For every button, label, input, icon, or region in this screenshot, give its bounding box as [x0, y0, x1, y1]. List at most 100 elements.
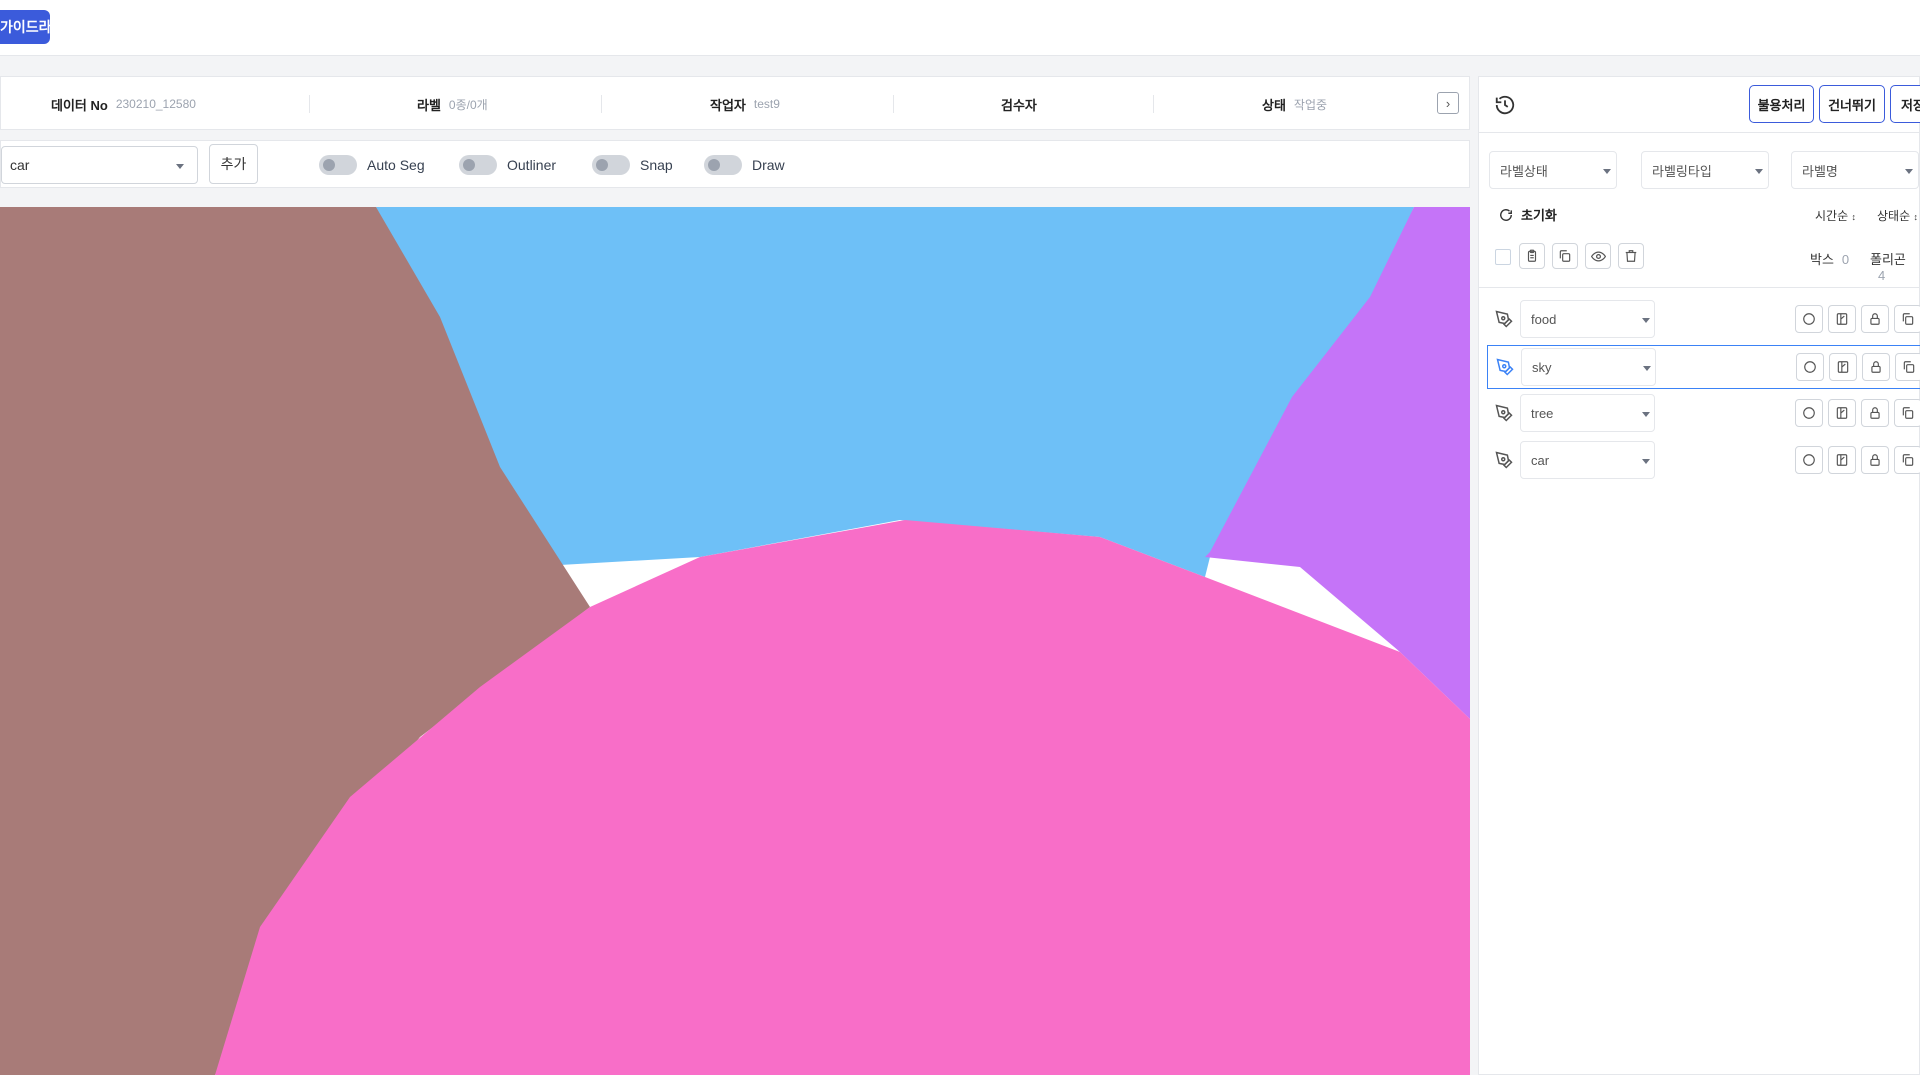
label-name-filter[interactable]: 라벨명: [1791, 151, 1919, 189]
snap-toggle[interactable]: Snap: [592, 151, 673, 179]
label-name: tree: [1531, 405, 1554, 421]
reviewer-info: 검수자: [1001, 77, 1045, 131]
chevron-down-icon: [1642, 412, 1650, 417]
auto-seg-toggle[interactable]: Auto Seg: [319, 151, 425, 179]
bottom-strip: [0, 1075, 1920, 1080]
lock-icon[interactable]: [1862, 353, 1890, 381]
toggle-track: [319, 155, 357, 175]
label-row-car[interactable]: car: [1487, 439, 1920, 483]
top-bar: 가이드라인: [0, 0, 1920, 56]
sort-by-state[interactable]: 상태순 ↕: [1877, 207, 1918, 224]
label-row-sky[interactable]: sky: [1487, 345, 1920, 389]
pen-icon[interactable]: [1496, 358, 1514, 376]
chevron-down-icon: [176, 164, 184, 169]
copy-icon[interactable]: [1895, 353, 1920, 381]
reject-button[interactable]: 불용처리: [1749, 85, 1814, 123]
divider: [893, 95, 894, 113]
draw-toggle[interactable]: Draw: [704, 151, 785, 179]
outliner-toggle[interactable]: Outliner: [459, 151, 556, 179]
reset-label: 초기화: [1521, 208, 1557, 223]
worker-info: 작업자 test9: [710, 77, 780, 131]
label-class-select[interactable]: car: [1520, 441, 1655, 479]
label-value: 0종/0개: [448, 97, 488, 112]
clipboard-icon[interactable]: [1519, 243, 1545, 269]
label-row-food[interactable]: food: [1487, 298, 1920, 342]
worker-key: 작업자: [710, 97, 746, 113]
label-class-select[interactable]: sky: [1521, 348, 1656, 386]
sort-by-time[interactable]: 시간순 ↕: [1815, 207, 1856, 224]
label-info: 라벨 0종/0개: [417, 77, 488, 131]
right-panel: 불용처리 건너뛰기 저장 라벨상태 라벨링타입 라벨명 초기화 시간순 ↕ 상태…: [1478, 76, 1920, 1075]
copy-icon[interactable]: [1894, 446, 1920, 474]
divider: [601, 95, 602, 113]
lock-icon[interactable]: [1861, 305, 1889, 333]
reset-button[interactable]: 초기화: [1499, 205, 1557, 224]
data-info-bar: 데이터 No 230210_12580 라벨 0종/0개 작업자 test9 검…: [0, 76, 1470, 130]
chevron-down-icon: [1603, 169, 1611, 174]
toggle-label: Snap: [640, 157, 673, 173]
labeling-type-filter[interactable]: 라벨링타입: [1641, 151, 1769, 189]
trash-icon[interactable]: [1618, 243, 1644, 269]
copy-icon[interactable]: [1552, 243, 1578, 269]
pen-icon[interactable]: [1495, 310, 1513, 328]
chevron-down-icon: [1642, 318, 1650, 323]
eye-icon[interactable]: [1585, 243, 1611, 269]
divider: [309, 95, 310, 113]
toggle-track: [592, 155, 630, 175]
book-icon[interactable]: [1828, 305, 1856, 333]
filter-label: 라벨링타입: [1652, 163, 1712, 179]
circle-icon[interactable]: [1795, 446, 1823, 474]
select-all-checkbox[interactable]: [1495, 249, 1511, 265]
toggle-track: [459, 155, 497, 175]
circle-icon[interactable]: [1795, 399, 1823, 427]
circle-icon[interactable]: [1796, 353, 1824, 381]
guideline-button[interactable]: 가이드라인: [0, 10, 50, 44]
refresh-icon: [1500, 208, 1512, 221]
add-label-button[interactable]: 추가: [209, 144, 258, 184]
lock-icon[interactable]: [1861, 399, 1889, 427]
label-name: food: [1531, 311, 1557, 327]
filter-label: 라벨명: [1802, 163, 1838, 179]
label-status-filter[interactable]: 라벨상태: [1489, 151, 1617, 189]
segmentation-canvas-svg[interactable]: [0, 207, 1470, 1075]
data-no-info: 데이터 No 230210_12580: [51, 77, 196, 131]
chevron-down-icon: [1905, 169, 1913, 174]
save-button[interactable]: 저장: [1890, 85, 1920, 123]
label-class-select[interactable]: food: [1520, 300, 1655, 338]
label-class-select[interactable]: tree: [1520, 394, 1655, 432]
circle-icon[interactable]: [1795, 305, 1823, 333]
reviewer-key: 검수자: [1001, 97, 1037, 113]
divider: [1479, 132, 1920, 133]
label-class-select[interactable]: car: [1, 146, 198, 184]
history-icon[interactable]: [1489, 89, 1521, 121]
toggle-label: Outliner: [507, 157, 557, 173]
toggle-label: Draw: [752, 157, 785, 173]
label-name: car: [1531, 452, 1550, 468]
label-class-value: car: [10, 157, 30, 173]
label-row-tree[interactable]: tree: [1487, 392, 1920, 436]
chevron-down-icon: [1755, 169, 1763, 174]
status-key: 상태: [1262, 97, 1286, 113]
lock-icon[interactable]: [1861, 446, 1889, 474]
box-count: 박스 0: [1810, 252, 1850, 267]
copy-icon[interactable]: [1894, 399, 1920, 427]
toggle-track: [704, 155, 742, 175]
polygon-count: 폴리곤4: [1870, 252, 1906, 283]
copy-icon[interactable]: [1894, 305, 1920, 333]
chevron-down-icon: [1642, 459, 1650, 464]
skip-button[interactable]: 건너뛰기: [1819, 85, 1885, 123]
label-name: sky: [1532, 359, 1552, 375]
divider: [1153, 95, 1154, 113]
annotation-toolbar: car 추가 Auto Seg Outliner Snap Draw: [0, 140, 1470, 188]
chevron-down-icon: [1643, 366, 1651, 371]
pen-icon[interactable]: [1495, 404, 1513, 422]
book-icon[interactable]: [1828, 446, 1856, 474]
chevron-right-icon[interactable]: ›: [1437, 92, 1459, 114]
divider: [1479, 287, 1920, 288]
book-icon[interactable]: [1828, 399, 1856, 427]
filter-label: 라벨상태: [1500, 163, 1548, 179]
annotation-canvas[interactable]: [0, 207, 1470, 1075]
pen-icon[interactable]: [1495, 451, 1513, 469]
book-icon[interactable]: [1829, 353, 1857, 381]
status-info: 상태 작업중: [1262, 77, 1327, 131]
